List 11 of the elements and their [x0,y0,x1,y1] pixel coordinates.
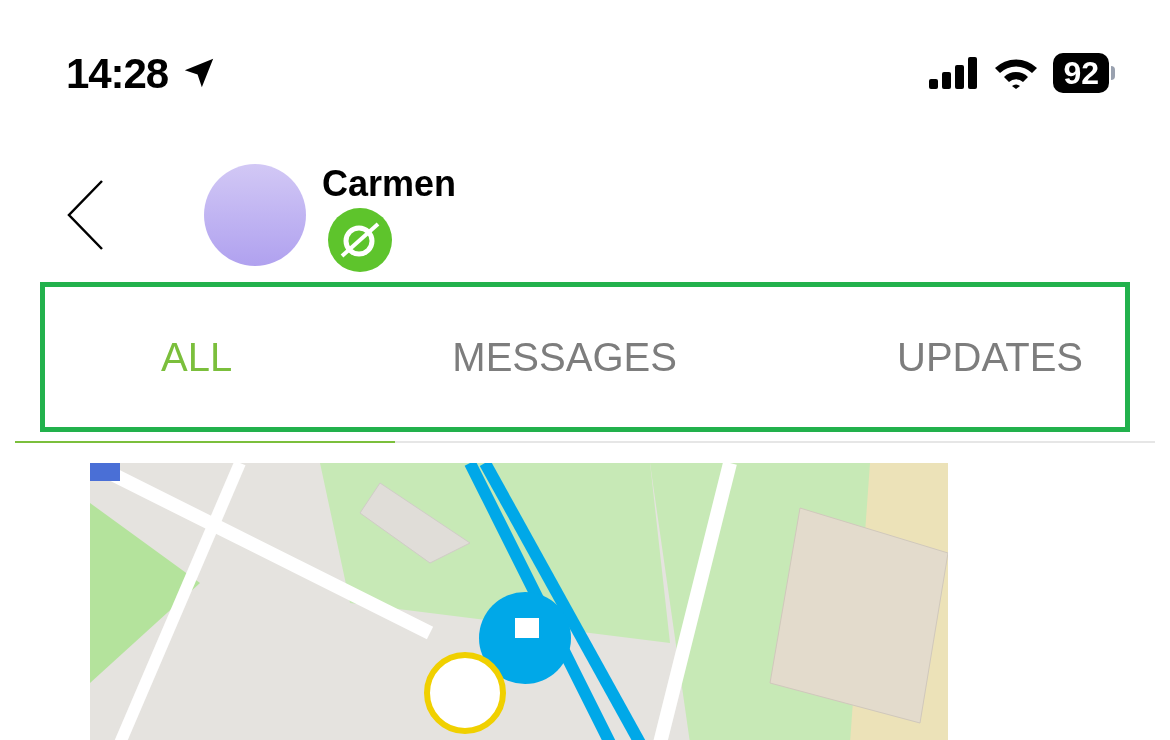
orbit-badge-icon [328,208,392,272]
wifi-icon [993,57,1040,89]
contact-name: Carmen [322,166,457,202]
signal-icon [929,57,980,89]
battery-level: 92 [1053,53,1109,93]
tab[interactable]: ALL [161,327,233,387]
status-time: 14:28 [66,48,169,99]
back-icon[interactable] [66,179,106,251]
battery-cap-icon [1111,66,1115,80]
tab[interactable]: UPDATES [897,327,1083,387]
tab[interactable]: MESSAGES [452,327,677,387]
